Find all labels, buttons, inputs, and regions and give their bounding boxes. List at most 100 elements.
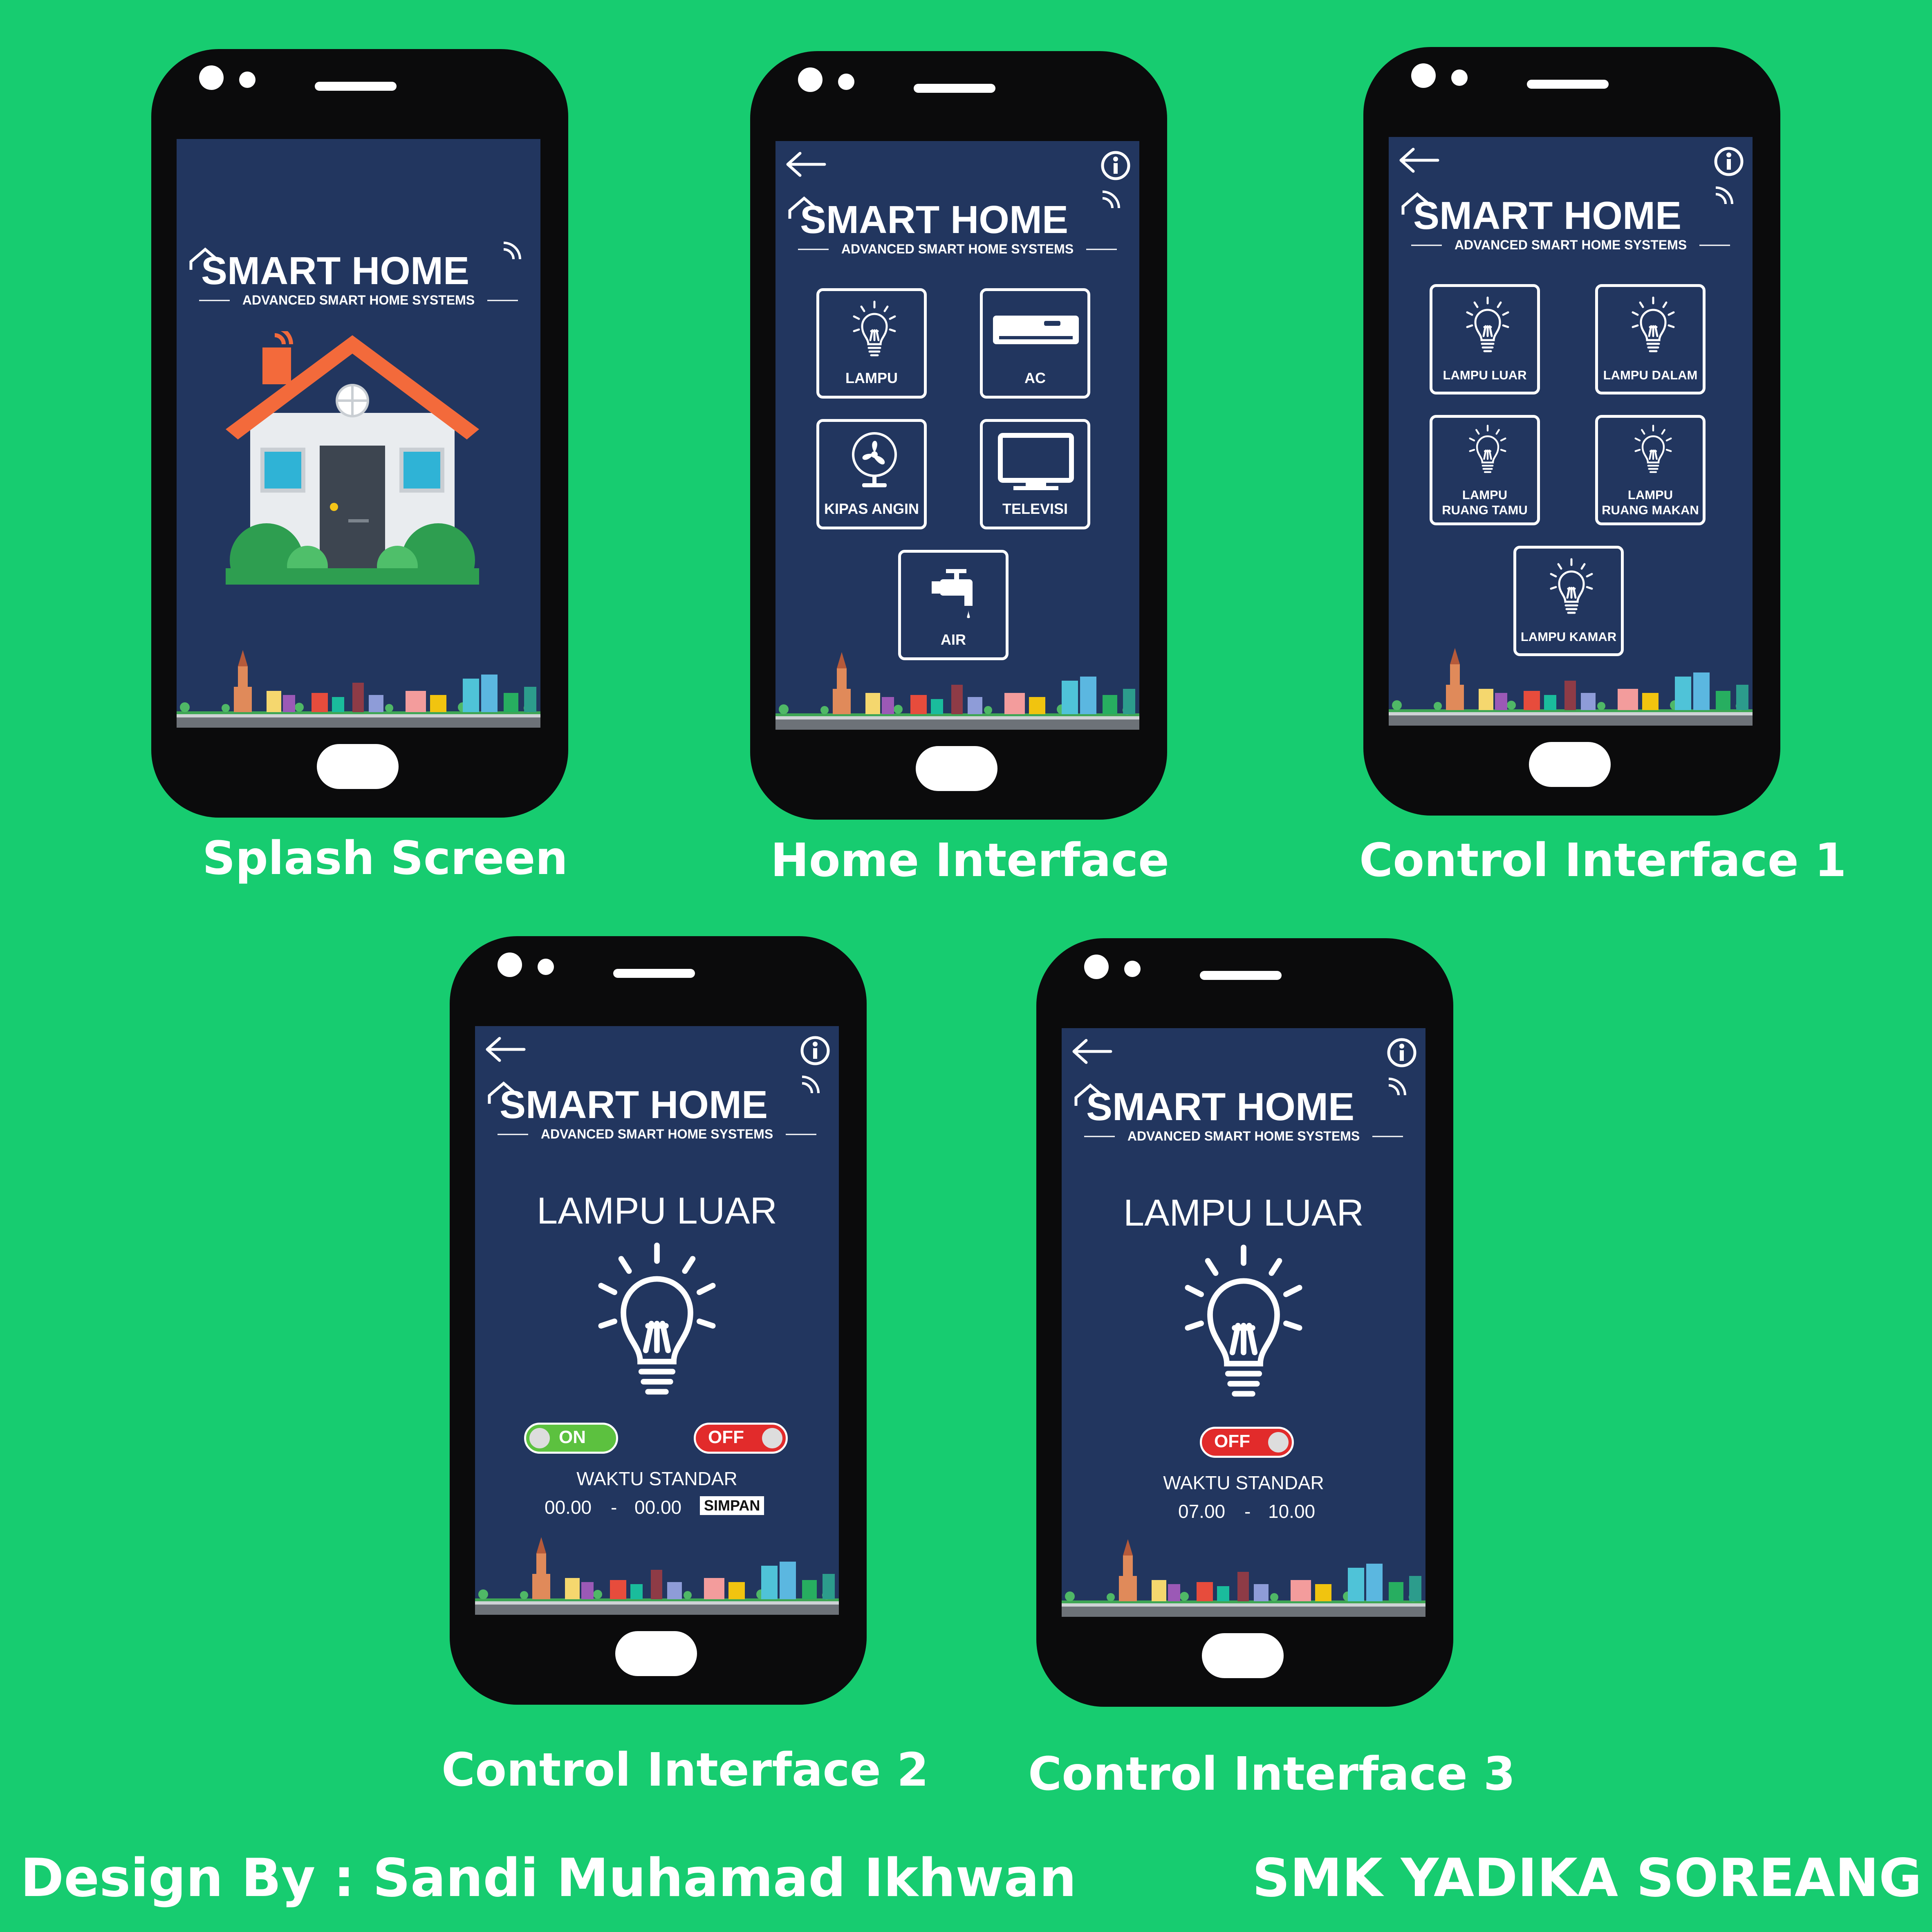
info-icon[interactable]: [1713, 146, 1744, 177]
info-icon[interactable]: [1100, 150, 1131, 181]
time-separator: -: [611, 1497, 617, 1518]
time-start-value: 07.00: [1178, 1501, 1226, 1522]
home-button[interactable]: [317, 744, 399, 789]
back-arrow-icon[interactable]: [1070, 1037, 1115, 1066]
city-skyline: [177, 634, 540, 728]
control-1-screen: SMART HOME ADVANCED SMART HOME SYSTEMS L…: [1389, 137, 1753, 726]
speaker-slot: [914, 84, 995, 93]
back-arrow-icon[interactable]: [1397, 146, 1442, 175]
tile-label: LAMPU DALAM: [1603, 368, 1698, 382]
tile-label: LAMPU RUANG MAKAN: [1602, 488, 1699, 517]
tile-lampu[interactable]: LAMPU: [816, 288, 927, 399]
time-label: WAKTU STANDAR: [1163, 1472, 1324, 1493]
home-button[interactable]: [1529, 742, 1611, 787]
light-bulb-icon: [1463, 295, 1512, 356]
back-arrow-icon[interactable]: [483, 1035, 528, 1064]
logo-subtitle: ADVANCED SMART HOME SYSTEMS: [541, 1127, 773, 1141]
logo-title: SMART HOME: [1413, 194, 1681, 238]
tile-label: TELEVISI: [1002, 500, 1068, 517]
tile-lampu-ruang-makan[interactable]: LAMPU RUANG MAKAN: [1595, 415, 1706, 525]
home-button[interactable]: [615, 1631, 697, 1676]
time-start-input[interactable]: 00.00: [545, 1496, 592, 1518]
camera-dot: [1084, 955, 1109, 979]
tile-ac[interactable]: AC: [980, 288, 1090, 399]
camera-dot: [798, 67, 823, 92]
smart-home-logo: SMART HOME ADVANCED SMART HOME SYSTEMS: [488, 1076, 820, 1141]
sensor-dot: [538, 959, 554, 975]
tile-televisi[interactable]: TELEVISI: [980, 419, 1090, 529]
phone-splash: SMART HOME ADVANCED SMART HOME SYSTEMS: [151, 49, 568, 818]
school-name: SMK YADIKA SOREANG: [1252, 1848, 1922, 1909]
info-icon[interactable]: [1386, 1037, 1417, 1068]
tile-lampu-luar[interactable]: LAMPU LUAR: [1430, 284, 1540, 394]
light-bulb-icon: [1547, 557, 1596, 618]
logo-subtitle: ADVANCED SMART HOME SYSTEMS: [242, 293, 475, 307]
logo-title: SMART HOME: [1086, 1085, 1354, 1129]
toggle-off-label: OFF: [708, 1427, 744, 1447]
toggle-on-button[interactable]: ON: [524, 1423, 618, 1454]
camera-dot: [199, 65, 224, 90]
phone-control-2: SMART HOME ADVANCED SMART HOME SYSTEMS L…: [450, 936, 867, 1705]
tile-kipas-angin[interactable]: KIPAS ANGIN: [816, 419, 927, 529]
light-bulb-icon: [1176, 1241, 1311, 1408]
tile-label: AC: [1024, 370, 1046, 386]
device-title: LAMPU LUAR: [537, 1190, 777, 1232]
phone-control-3: SMART HOME ADVANCED SMART HOME SYSTEMS L…: [1036, 938, 1453, 1707]
splash-screen[interactable]: SMART HOME ADVANCED SMART HOME SYSTEMS: [177, 139, 540, 728]
caption-home: Home Interface: [771, 834, 1170, 887]
time-end-input[interactable]: 00.00: [634, 1496, 681, 1518]
tile-label: LAMPU RUANG TAMU: [1442, 488, 1528, 517]
television-icon: [998, 433, 1074, 490]
city-skyline: [1062, 1523, 1425, 1617]
home-button[interactable]: [1202, 1633, 1284, 1678]
city-skyline: [775, 636, 1139, 730]
toggle-knob: [762, 1428, 782, 1448]
toggle-off-button[interactable]: OFF: [1200, 1427, 1294, 1458]
speaker-slot: [1527, 80, 1609, 89]
tile-lampu-ruang-tamu[interactable]: LAMPU RUANG TAMU: [1430, 415, 1540, 525]
toggle-knob: [529, 1428, 550, 1448]
back-arrow-icon[interactable]: [784, 150, 829, 179]
camera-dot: [1411, 63, 1436, 88]
smart-home-logo: SMART HOME ADVANCED SMART HOME SYSTEMS: [788, 191, 1120, 256]
smart-home-logo: SMART HOME ADVANCED SMART HOME SYSTEMS: [1401, 186, 1733, 252]
light-bulb-icon: [1629, 295, 1678, 356]
tile-label: KIPAS ANGIN: [824, 500, 919, 517]
home-button[interactable]: [916, 746, 997, 791]
home-screen: SMART HOME ADVANCED SMART HOME SYSTEMS L…: [775, 141, 1139, 730]
smart-home-logo: SMART HOME ADVANCED SMART HOME SYSTEMS: [1074, 1078, 1406, 1143]
camera-dot: [498, 953, 522, 977]
light-bulb-icon: [1629, 424, 1678, 477]
time-label: WAKTU STANDAR: [576, 1468, 737, 1489]
toggle-off-button[interactable]: OFF: [694, 1423, 788, 1454]
air-conditioner-icon: [993, 316, 1079, 344]
speaker-slot: [315, 82, 397, 91]
light-bulb-icon: [1463, 424, 1512, 477]
caption-control-3: Control Interface 3: [1028, 1748, 1515, 1801]
device-title: LAMPU LUAR: [1123, 1192, 1364, 1234]
sensor-dot: [239, 72, 256, 88]
info-icon[interactable]: [800, 1035, 831, 1066]
toggle-knob: [1268, 1432, 1289, 1452]
caption-splash: Splash Screen: [202, 832, 568, 885]
logo-subtitle: ADVANCED SMART HOME SYSTEMS: [841, 242, 1074, 256]
sensor-dot: [1124, 961, 1141, 977]
caption-control-1: Control Interface 1: [1359, 834, 1847, 887]
toggle-off-label: OFF: [1214, 1431, 1250, 1451]
phone-control-1: SMART HOME ADVANCED SMART HOME SYSTEMS L…: [1363, 47, 1780, 816]
logo-subtitle: ADVANCED SMART HOME SYSTEMS: [1127, 1129, 1360, 1143]
sensor-dot: [838, 74, 854, 90]
speaker-slot: [1200, 971, 1282, 980]
time-separator: -: [1244, 1501, 1251, 1522]
water-tap-icon: [932, 569, 973, 618]
tile-label: LAMPU LUAR: [1443, 368, 1527, 382]
light-bulb-icon: [589, 1239, 724, 1406]
simpan-button[interactable]: SIMPAN: [700, 1496, 764, 1515]
tile-label: LAMPU: [845, 370, 898, 386]
tile-lampu-dalam[interactable]: LAMPU DALAM: [1595, 284, 1706, 394]
sensor-dot: [1451, 69, 1468, 86]
smart-home-logo: SMART HOME ADVANCED SMART HOME SYSTEMS: [189, 242, 521, 307]
logo-title: SMART HOME: [800, 198, 1068, 242]
logo-title: SMART HOME: [201, 249, 469, 293]
city-skyline: [475, 1521, 839, 1615]
